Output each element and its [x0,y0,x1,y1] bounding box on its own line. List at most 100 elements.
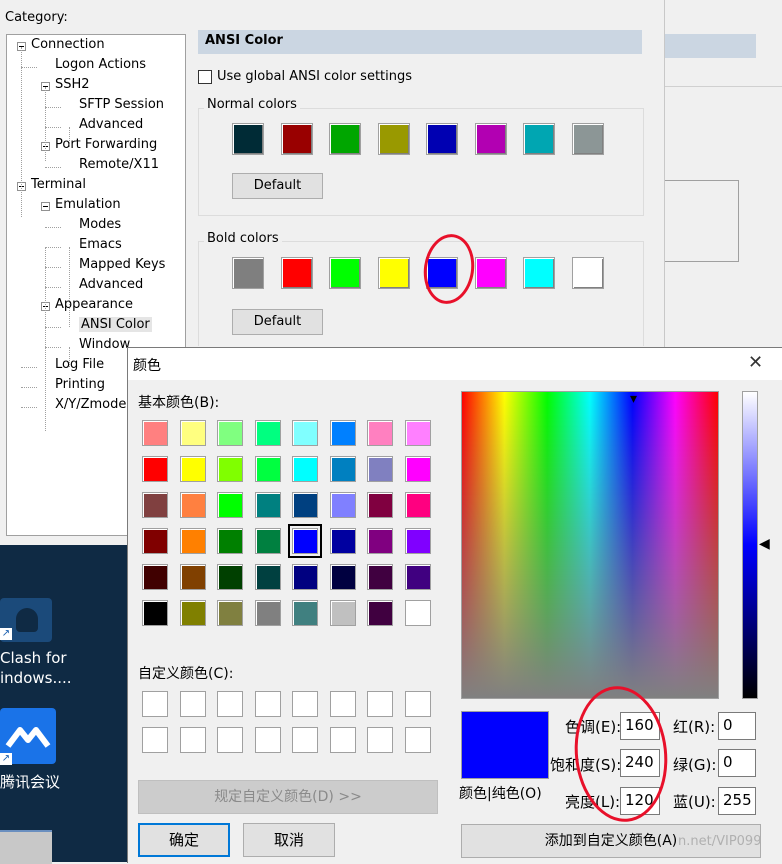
custom-color-swatch-6[interactable] [329,691,356,717]
tree-item-remote-x11[interactable]: Remote/X11 [79,157,159,172]
basic-color-swatch-18[interactable] [179,492,206,518]
clash-icon[interactable]: ↗ [0,598,52,642]
basic-color-swatch-30[interactable] [329,528,356,554]
basic-color-swatch-39[interactable] [367,564,393,590]
basic-color-swatch-11[interactable] [217,456,243,482]
bold-default-button[interactable]: Default [232,309,323,335]
luminance-arrow-icon[interactable]: ◀ [759,536,770,552]
custom-color-swatch-8[interactable] [404,691,431,717]
tree-item-logon-actions[interactable]: Logon Actions [55,57,146,72]
basic-color-swatch-43[interactable] [217,600,243,626]
custom-color-swatch-16[interactable] [404,727,431,753]
basic-color-swatch-19[interactable] [217,492,243,518]
basic-color-swatch-28[interactable] [254,528,281,554]
basic-color-swatch-14[interactable] [329,456,356,482]
close-icon[interactable]: ✕ [748,352,763,373]
normal-color-swatch-1[interactable] [232,123,264,155]
basic-color-swatch-15[interactable] [367,456,393,482]
basic-color-swatch-34[interactable] [179,564,206,590]
bold-color-swatch-6[interactable] [474,257,507,289]
custom-color-swatch-12[interactable] [254,727,281,753]
bold-color-swatch-3[interactable] [329,257,361,289]
luminance-slider[interactable] [742,391,758,699]
basic-color-swatch-47[interactable] [367,600,393,626]
basic-color-swatch-24[interactable] [404,492,431,518]
basic-color-swatch-25[interactable] [142,528,168,554]
normal-color-swatch-5[interactable] [426,123,458,155]
basic-color-swatch-46[interactable] [329,600,356,626]
basic-color-swatch-20[interactable] [254,492,281,518]
bold-color-swatch-2[interactable] [280,257,313,289]
basic-color-swatch-5[interactable] [292,420,318,446]
basic-color-swatch-35[interactable] [217,564,243,590]
tree-item-appearance[interactable]: Appearance [55,297,133,312]
normal-color-swatch-6[interactable] [474,123,507,155]
tree-item-ansi-color[interactable]: ANSI Color [79,317,152,332]
basic-color-swatch-6[interactable] [329,420,356,446]
tree-item-modes[interactable]: Modes [79,217,121,232]
tree-item-mapped-keys[interactable]: Mapped Keys [79,257,165,272]
green-input[interactable]: 0 [718,749,756,777]
basic-color-swatch-22[interactable] [329,492,356,518]
tree-item-connection[interactable]: Connection [31,37,105,52]
color-spectrum[interactable]: ▾ [461,391,719,699]
basic-color-swatch-27[interactable] [217,528,243,554]
basic-color-swatch-38[interactable] [329,564,356,590]
tree-item-emulation[interactable]: Emulation [55,197,121,212]
red-input[interactable]: 0 [718,712,756,740]
basic-color-swatch-33[interactable] [142,564,168,590]
cancel-button[interactable]: 取消 [243,823,335,857]
define-custom-colors-button[interactable]: 规定自定义颜色(D) >> [138,780,438,814]
tree-item-port-forwarding[interactable]: Port Forwarding [55,137,157,152]
basic-color-swatch-1[interactable] [142,420,168,446]
collapse-toggle-icon[interactable] [41,202,50,211]
tree-item-terminal[interactable]: Terminal [31,177,86,192]
global-ansi-checkbox[interactable] [198,70,212,84]
custom-color-swatch-2[interactable] [179,691,206,717]
bold-color-swatch-8[interactable] [571,257,604,289]
basic-color-swatch-8[interactable] [404,420,431,446]
basic-color-swatch-10[interactable] [179,456,206,482]
basic-color-swatch-36[interactable] [254,564,281,590]
custom-color-swatch-3[interactable] [217,691,243,717]
tree-item-advanced[interactable]: Advanced [79,117,143,132]
basic-color-swatch-44[interactable] [254,600,281,626]
tree-item-printing[interactable]: Printing [55,377,105,392]
basic-color-swatch-21[interactable] [292,492,318,518]
tree-item-window[interactable]: Window [79,337,130,352]
custom-color-swatch-11[interactable] [217,727,243,753]
custom-color-swatch-4[interactable] [254,691,281,717]
basic-color-swatch-3[interactable] [217,420,243,446]
bold-color-swatch-1[interactable] [232,257,264,289]
custom-color-swatch-10[interactable] [179,727,206,753]
custom-color-swatch-1[interactable] [142,691,168,717]
basic-color-swatch-23[interactable] [367,492,393,518]
basic-color-swatch-32[interactable] [404,528,431,554]
basic-color-swatch-48[interactable] [404,600,431,626]
ok-button[interactable]: 确定 [138,823,230,857]
basic-color-swatch-26[interactable] [179,528,206,554]
normal-color-swatch-8[interactable] [571,123,604,155]
custom-color-swatch-5[interactable] [292,691,318,717]
basic-color-swatch-16[interactable] [404,456,431,482]
basic-color-swatch-37[interactable] [292,564,318,590]
custom-color-swatch-7[interactable] [367,691,393,717]
basic-color-swatch-41[interactable] [142,600,168,626]
tree-item-advanced[interactable]: Advanced [79,277,143,292]
basic-color-swatch-13[interactable] [292,456,318,482]
tree-item-sftp-session[interactable]: SFTP Session [79,97,164,112]
bold-color-swatch-4[interactable] [377,257,410,289]
normal-color-swatch-7[interactable] [523,123,555,155]
basic-color-swatch-2[interactable] [179,420,206,446]
normal-color-swatch-2[interactable] [280,123,313,155]
tree-item-emacs[interactable]: Emacs [79,237,122,252]
blue-input[interactable]: 255 [718,787,756,815]
tree-item-log-file[interactable]: Log File [55,357,104,372]
custom-color-swatch-14[interactable] [329,727,356,753]
custom-color-swatch-9[interactable] [142,727,168,753]
basic-color-swatch-29[interactable] [288,524,322,558]
custom-color-swatch-15[interactable] [367,727,393,753]
tree-item-ssh2[interactable]: SSH2 [55,77,90,92]
basic-color-swatch-45[interactable] [292,600,318,626]
normal-color-swatch-4[interactable] [377,123,410,155]
